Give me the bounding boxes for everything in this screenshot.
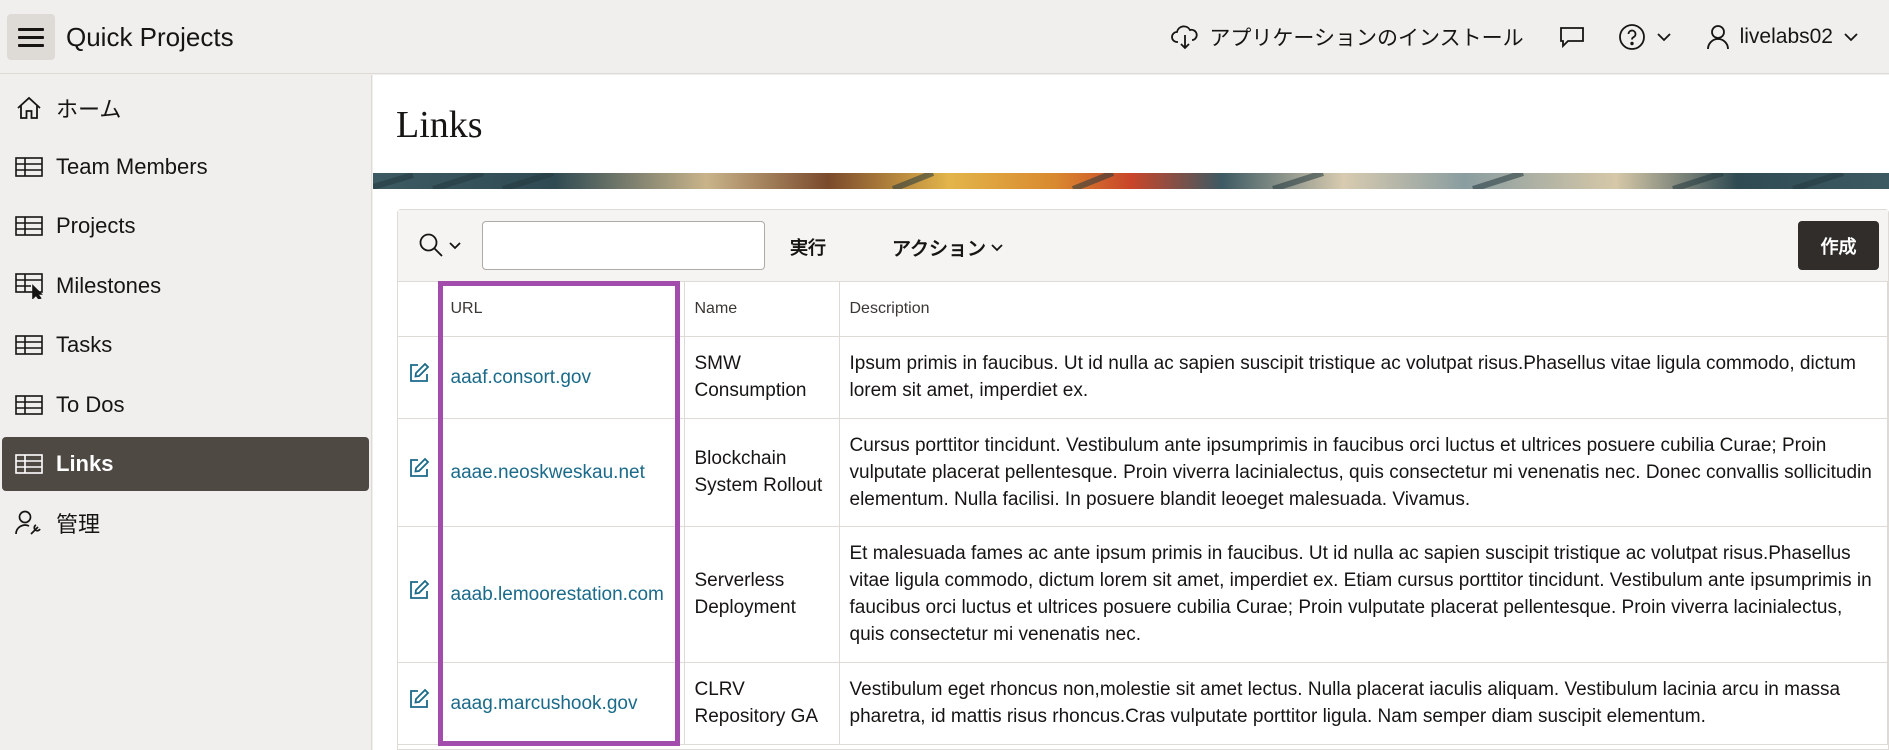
table-icon xyxy=(14,213,44,239)
decorative-banner xyxy=(373,173,1889,189)
sidebar-item-label: 管理 xyxy=(56,512,101,537)
cloud-download-icon xyxy=(1171,25,1199,50)
search-input[interactable] xyxy=(482,221,765,270)
name-cell: Blockchain System Rollout xyxy=(684,418,840,527)
sidebar-item-milestones[interactable]: Milestones xyxy=(2,259,369,313)
sidebar-nav: ホーム Team Members Projects Milestones Tas… xyxy=(0,75,372,750)
url-cell: aaae.neoskweskau.net xyxy=(440,418,685,527)
column-header-description[interactable]: Description xyxy=(839,282,1888,337)
install-app-button[interactable]: アプリケーションのインストール xyxy=(1171,22,1524,52)
url-link[interactable]: aaab.lemoorestation.com xyxy=(451,584,664,605)
home-icon xyxy=(14,95,44,121)
column-header-url[interactable]: URL xyxy=(440,282,685,337)
description-cell: Vestibulum eget rhoncus non,molestie sit… xyxy=(839,662,1888,745)
name-cell: CLRV Repository GA xyxy=(684,662,840,745)
edit-column-header xyxy=(398,282,441,337)
actions-menu-button[interactable]: アクション xyxy=(892,234,1004,261)
report-toolbar: 実行 アクション 作成 xyxy=(398,210,1888,282)
description-cell: Cursus porttitor tincidunt. Vestibulum a… xyxy=(839,418,1888,527)
column-header-name[interactable]: Name xyxy=(684,282,840,337)
name-cell: SMW Consumption xyxy=(684,336,840,419)
app-title[interactable]: Quick Projects xyxy=(66,22,234,53)
sidebar-item-label: Tasks xyxy=(56,332,113,357)
sidebar-item-label: Team Members xyxy=(56,154,208,179)
table-row: aaaf.consort.gov SMW Consumption Ipsum p… xyxy=(398,336,1888,419)
name-cell: Serverless Deployment xyxy=(684,526,840,663)
help-icon xyxy=(1618,24,1645,50)
table-header-row: URL Name Description xyxy=(398,282,1888,337)
chevron-down-icon xyxy=(991,244,1003,252)
table-icon xyxy=(14,451,44,477)
table-icon xyxy=(14,392,44,418)
sidebar-item-label: Links xyxy=(56,451,114,476)
chevron-down-icon xyxy=(1844,33,1858,42)
sidebar-item-projects[interactable]: Projects xyxy=(2,199,369,253)
url-cell: aaaf.consort.gov xyxy=(440,336,685,419)
url-cell: aaag.marcushook.gov xyxy=(440,662,685,745)
sidebar-item-label: To Dos xyxy=(56,392,125,417)
sidebar-item-label: ホーム xyxy=(56,97,122,122)
username-label: livelabs02 xyxy=(1739,25,1833,48)
table-row: aaae.neoskweskau.net Blockchain System R… xyxy=(398,418,1888,527)
url-link[interactable]: aaae.neoskweskau.net xyxy=(451,462,645,483)
feedback-button[interactable] xyxy=(1558,25,1586,49)
sidebar-item-label: Projects xyxy=(56,213,136,238)
edit-icon xyxy=(409,362,430,382)
install-label: アプリケーションのインストール xyxy=(1209,27,1524,50)
table-pointer-icon xyxy=(14,273,44,299)
table-icon xyxy=(14,154,44,180)
hamburger-icon xyxy=(18,25,44,49)
user-menu-button[interactable]: livelabs02 xyxy=(1706,24,1869,50)
sidebar-item-links[interactable]: Links xyxy=(2,437,369,491)
sidebar-item-tasks[interactable]: Tasks xyxy=(2,318,369,372)
edit-icon xyxy=(409,457,430,477)
edit-row-button[interactable] xyxy=(398,526,441,663)
sidebar-item-to-dos[interactable]: To Dos xyxy=(2,378,369,432)
chat-bubble-icon xyxy=(1559,27,1584,49)
links-table: URL Name Description aaaf.consort.gov SM… xyxy=(398,282,1888,745)
chevron-down-icon xyxy=(449,241,461,249)
description-cell: Et malesuada fames ac ante ipsum primis … xyxy=(839,526,1888,663)
table-icon xyxy=(14,332,44,358)
url-cell: aaab.lemoorestation.com xyxy=(440,526,685,663)
description-cell: Ipsum primis in faucibus. Ut id nulla ac… xyxy=(839,336,1888,419)
create-button[interactable]: 作成 xyxy=(1798,221,1879,270)
sidebar-item-label: Milestones xyxy=(56,273,162,298)
table-row: aaag.marcushook.gov CLRV Repository GA V… xyxy=(398,662,1888,745)
edit-icon xyxy=(409,579,430,599)
edit-row-button[interactable] xyxy=(398,418,441,527)
help-menu-button[interactable] xyxy=(1618,23,1672,51)
url-link[interactable]: aaaf.consort.gov xyxy=(451,367,591,388)
edit-row-button[interactable] xyxy=(398,662,441,745)
user-wrench-icon xyxy=(14,510,44,536)
search-column-button[interactable] xyxy=(418,232,462,258)
table-row: aaab.lemoorestation.com Serverless Deplo… xyxy=(398,526,1888,663)
sidebar-item-admin[interactable]: 管理 xyxy=(2,496,369,550)
url-link[interactable]: aaag.marcushook.gov xyxy=(451,693,638,714)
user-icon xyxy=(1706,25,1729,50)
top-header: Quick Projects アプリケーションのインストール livelabs0… xyxy=(0,0,1889,74)
run-button[interactable]: 実行 xyxy=(790,234,826,260)
actions-label: アクション xyxy=(892,239,987,260)
edit-icon xyxy=(409,688,430,708)
menu-toggle-button[interactable] xyxy=(7,14,55,60)
edit-row-button[interactable] xyxy=(398,336,441,419)
sidebar-item-home[interactable]: ホーム xyxy=(2,81,369,135)
page-title: Links xyxy=(396,104,483,146)
search-icon xyxy=(419,233,443,257)
sidebar-item-team-members[interactable]: Team Members xyxy=(2,140,369,194)
links-report-region: 実行 アクション 作成 URL Name Description aaaf.co… xyxy=(397,209,1889,750)
chevron-down-icon xyxy=(1656,33,1671,42)
main-content: Links 実行 アクション 作成 URL Name Description a… xyxy=(373,75,1889,750)
